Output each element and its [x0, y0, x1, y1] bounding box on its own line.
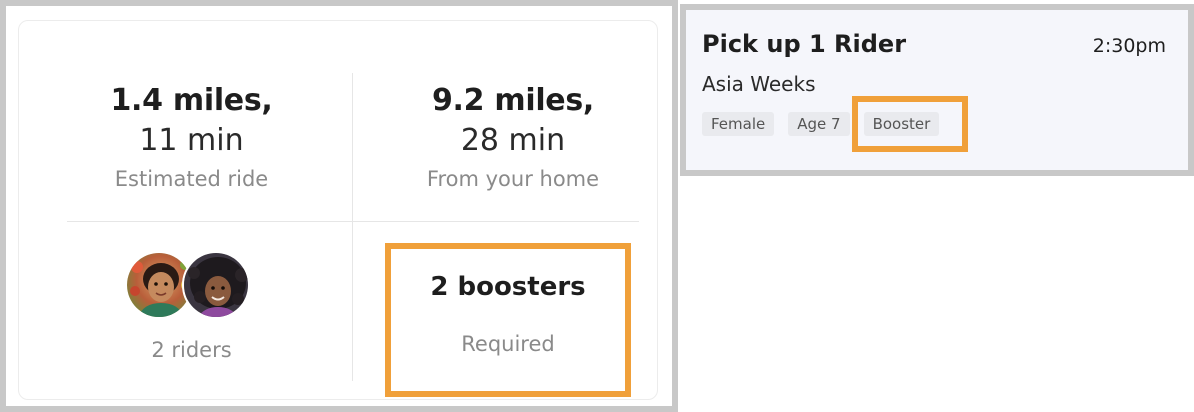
rider-avatars	[122, 251, 262, 321]
home-distance: 9.2 miles,	[431, 83, 594, 118]
ride-caption: Estimated ride	[114, 167, 269, 191]
distance-from-home-stat: 9.2 miles, 28 min From your home	[369, 81, 657, 197]
riders-label: 2 riders	[151, 338, 232, 362]
vertical-divider	[352, 73, 353, 381]
screenshot-root: 1.4 miles, 11 min Estimated ride 9.2 mil…	[0, 0, 1194, 412]
pickup-time: 2:30pm	[1092, 35, 1166, 57]
ride-request-card[interactable]: Pick up 1 Rider 2:30pm Asia Weeks Female…	[686, 10, 1188, 170]
trip-stats-frame: 1.4 miles, 11 min Estimated ride 9.2 mil…	[0, 0, 678, 412]
ride-request-frame: Pick up 1 Rider 2:30pm Asia Weeks Female…	[680, 4, 1194, 176]
home-caption: From your home	[426, 167, 600, 191]
home-duration: 28 min	[460, 123, 566, 158]
tag-gender: Female	[702, 112, 775, 136]
rider-name: Asia Weeks	[702, 72, 816, 96]
rider-avatar-2	[181, 251, 250, 319]
booster-tag-highlight-box	[852, 96, 968, 152]
ride-duration: 11 min	[139, 123, 244, 158]
boosters-highlight-box	[385, 243, 631, 397]
ride-request-title: Pick up 1 Rider	[702, 30, 907, 58]
trip-stats-card: 1.4 miles, 11 min Estimated ride 9.2 mil…	[18, 20, 658, 400]
horizontal-divider	[67, 221, 639, 222]
trip-stats-panel: 1.4 miles, 11 min Estimated ride 9.2 mil…	[6, 6, 672, 406]
riders-stat: 2 riders	[49, 251, 334, 365]
estimated-ride-stat: 1.4 miles, 11 min Estimated ride	[49, 81, 334, 197]
tag-age: Age 7	[788, 112, 850, 136]
ride-distance: 1.4 miles,	[110, 83, 273, 118]
